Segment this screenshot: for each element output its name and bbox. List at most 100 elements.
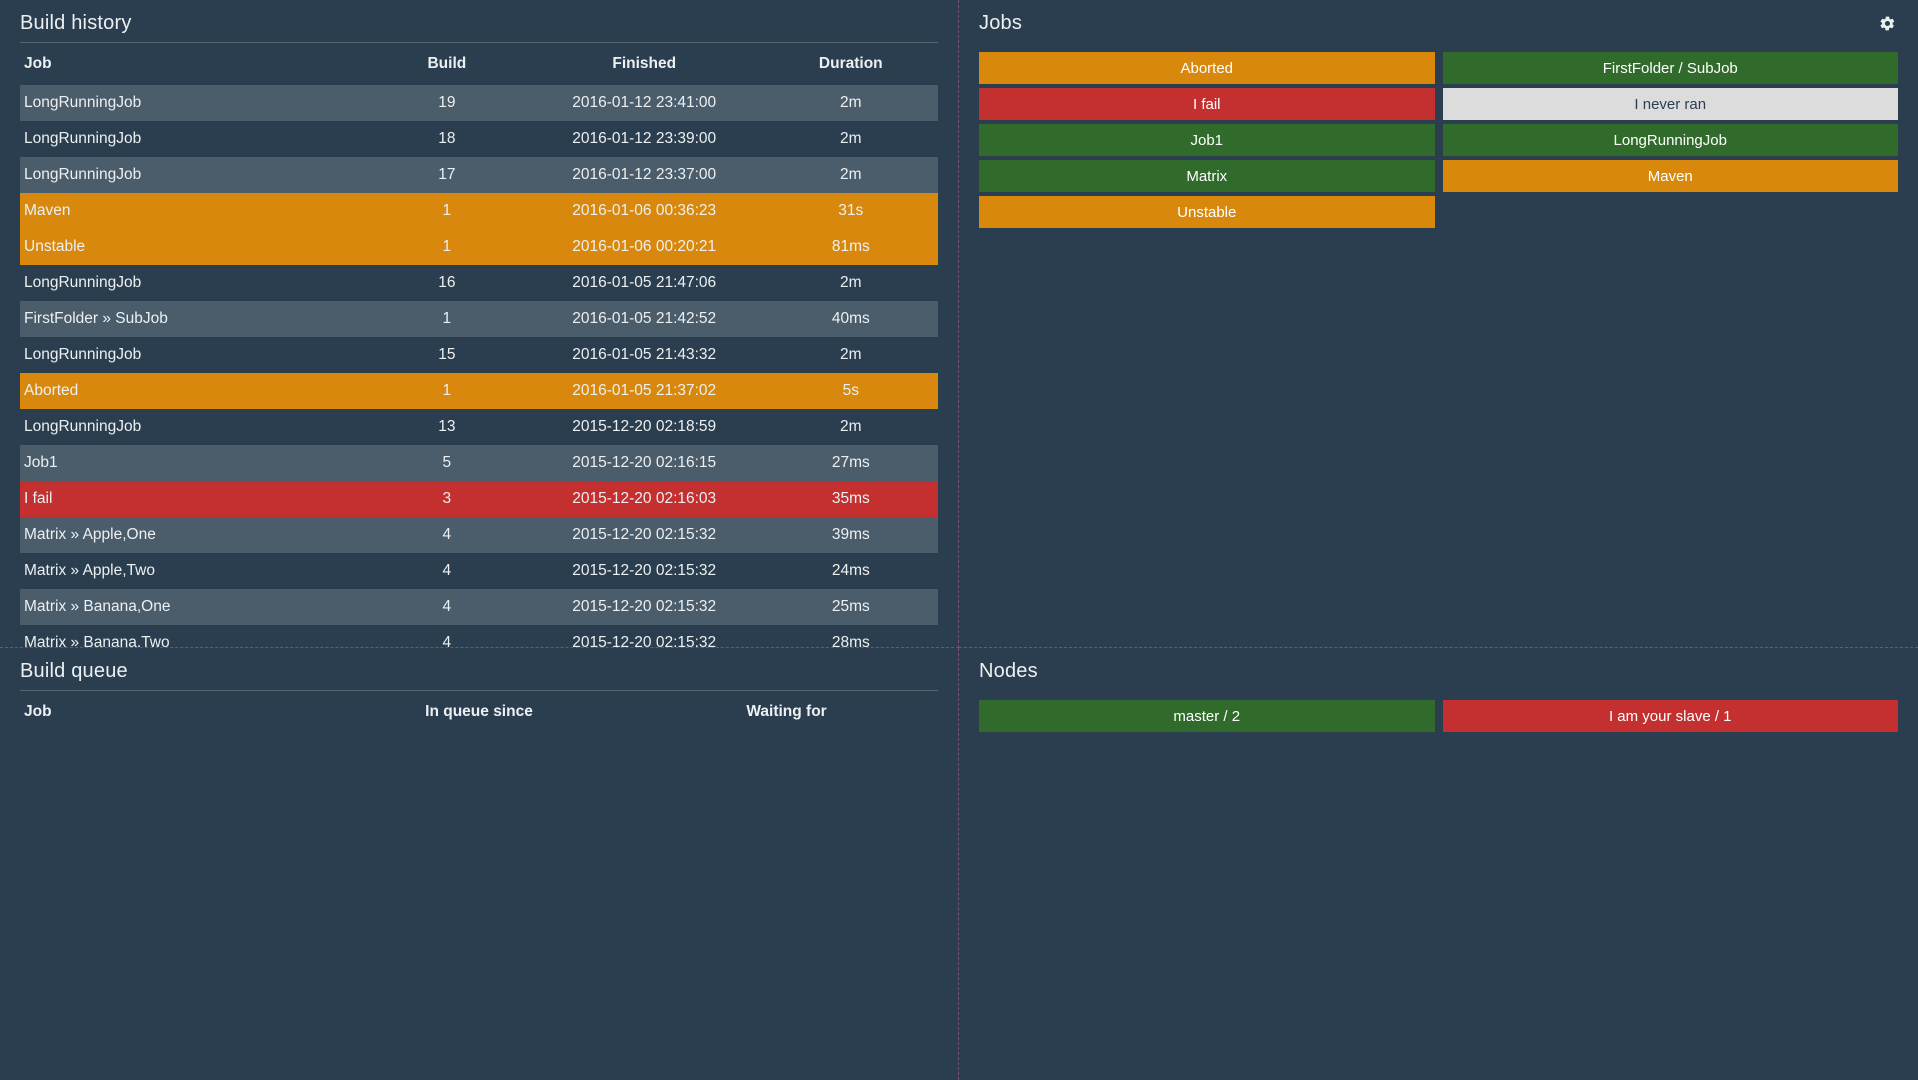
table-row[interactable]: I fail 3 2015-12-20 02:16:03 35ms xyxy=(20,481,938,517)
cell-job: LongRunningJob xyxy=(24,166,142,183)
job-tile[interactable]: Unstable xyxy=(979,196,1435,228)
cell-build: 18 xyxy=(438,130,456,147)
jobs-panel: Jobs Aborted FirstFolder / SubJob I fail I … xyxy=(959,0,1918,648)
job-tile[interactable]: I never ran xyxy=(1442,88,1898,120)
cell-duration: 35ms xyxy=(831,490,870,507)
cell-job: Matrix » Banana,One xyxy=(24,598,171,615)
nodes-panel: Nodes master / 2 I am your slave / 1 xyxy=(959,648,1918,1080)
column-header-job[interactable]: Job xyxy=(20,43,369,85)
cell-duration: 25ms xyxy=(831,598,870,615)
cell-duration: 2m xyxy=(840,130,862,147)
table-row[interactable]: LongRunningJob 13 2015-12-20 02:18:59 2m xyxy=(20,409,938,445)
cell-finished: 2016-01-06 00:36:23 xyxy=(572,202,717,219)
gear-icon[interactable] xyxy=(1876,12,1898,34)
table-row[interactable]: Aborted 1 2016-01-05 21:37:02 5s xyxy=(20,373,938,409)
job-tile-label: Maven xyxy=(1647,167,1693,185)
build-queue-title: Build queue xyxy=(20,660,128,682)
table-row[interactable]: LongRunningJob 19 2016-01-12 23:41:00 2m xyxy=(20,85,938,121)
cell-finished: 2016-01-12 23:41:00 xyxy=(572,94,717,111)
table-row[interactable]: LongRunningJob 18 2016-01-12 23:39:00 2m xyxy=(20,121,938,157)
column-header-in-queue-since[interactable]: In queue since xyxy=(323,691,635,733)
cell-build: 1 xyxy=(442,310,452,327)
job-tile-label: Unstable xyxy=(1177,203,1237,221)
build-history-body: LongRunningJob 19 2016-01-12 23:41:00 2m Lon… xyxy=(20,85,938,648)
cell-job: Unstable xyxy=(24,238,86,255)
table-row[interactable]: LongRunningJob 16 2016-01-05 21:47:06 2m xyxy=(20,265,938,301)
cell-build: 13 xyxy=(438,418,456,435)
cell-build: 17 xyxy=(438,166,456,183)
job-tile[interactable]: Job1 xyxy=(979,124,1435,156)
cell-duration: 24ms xyxy=(831,562,870,579)
cell-job: Maven xyxy=(24,202,71,219)
cell-job: LongRunningJob xyxy=(24,274,142,291)
jobs-tile-grid: Aborted FirstFolder / SubJob I fail I never… xyxy=(979,52,1898,228)
build-history-panel: Build history Job Build Finished Duratio… xyxy=(0,0,959,648)
cell-job: LongRunningJob xyxy=(24,94,142,111)
jenkins-dashboard: Build history Job Build Finished Duratio… xyxy=(0,0,1918,1080)
cell-job: I fail xyxy=(24,490,53,507)
build-history-title: Build history xyxy=(20,12,132,34)
cell-finished: 2016-01-06 00:20:21 xyxy=(572,238,717,255)
jobs-title: Jobs xyxy=(979,12,1023,34)
cell-duration: 39ms xyxy=(831,526,870,543)
cell-job: Aborted xyxy=(24,382,79,399)
node-tile-label: master / 2 xyxy=(1173,707,1241,725)
cell-duration: 2m xyxy=(840,274,862,291)
table-row[interactable]: LongRunningJob 15 2016-01-05 21:43:32 2m xyxy=(20,337,938,373)
table-row[interactable]: Matrix » Apple,Two 4 2015-12-20 02:15:32 24… xyxy=(20,553,938,589)
column-header-queue-job[interactable]: Job xyxy=(20,691,323,733)
cell-job: LongRunningJob xyxy=(24,346,142,363)
job-tile[interactable]: Aborted xyxy=(979,52,1435,84)
job-tile[interactable]: Maven xyxy=(1442,160,1898,192)
table-row[interactable]: Matrix » Apple,One 4 2015-12-20 02:15:32 39… xyxy=(20,517,938,553)
cell-build: 4 xyxy=(442,634,452,648)
column-header-finished[interactable]: Finished xyxy=(525,43,764,85)
column-header-build[interactable]: Build xyxy=(369,43,525,85)
table-row[interactable]: Job1 5 2015-12-20 02:16:15 27ms xyxy=(20,445,938,481)
cell-job: Matrix » Apple,Two xyxy=(24,562,155,579)
cell-finished: 2016-01-05 21:47:06 xyxy=(572,274,717,291)
build-history-header-row: Job Build Finished Duration xyxy=(20,43,938,85)
node-tile-label: I am your slave / 1 xyxy=(1608,707,1732,725)
job-tile[interactable]: Matrix xyxy=(979,160,1435,192)
nodes-title: Nodes xyxy=(979,660,1038,682)
cell-duration: 28ms xyxy=(831,634,870,648)
job-tile[interactable]: LongRunningJob xyxy=(1442,124,1898,156)
table-row[interactable]: Matrix » Banana,One 4 2015-12-20 02:15:32 2… xyxy=(20,589,938,625)
cell-duration: 81ms xyxy=(831,238,870,255)
cell-job: Matrix » Apple,One xyxy=(24,526,156,543)
build-queue-panel: Build queue Job In queue since Waiting f… xyxy=(0,648,959,1080)
cell-duration: 2m xyxy=(840,346,862,363)
job-tile-label: I never ran xyxy=(1634,95,1707,113)
cell-duration: 2m xyxy=(840,166,862,183)
cell-finished: 2015-12-20 02:18:59 xyxy=(572,418,717,435)
cell-finished: 2016-01-12 23:37:00 xyxy=(572,166,717,183)
cell-duration: 27ms xyxy=(831,454,870,471)
build-queue-header: Build queue xyxy=(20,656,938,690)
column-header-duration[interactable]: Duration xyxy=(764,43,938,85)
job-tile-label: Aborted xyxy=(1180,59,1234,77)
cell-job: LongRunningJob xyxy=(24,130,142,147)
job-tile-label: FirstFolder / SubJob xyxy=(1602,59,1738,77)
cell-build: 1 xyxy=(442,238,452,255)
column-header-waiting-for[interactable]: Waiting for xyxy=(635,691,938,733)
cell-job: LongRunningJob xyxy=(24,418,142,435)
cell-finished: 2016-01-05 21:43:32 xyxy=(572,346,717,363)
table-row[interactable]: Matrix » Banana,Two 4 2015-12-20 02:15:32 2… xyxy=(20,625,938,648)
cell-duration: 31s xyxy=(838,202,864,219)
nodes-header: Nodes xyxy=(979,656,1898,690)
table-row[interactable]: LongRunningJob 17 2016-01-12 23:37:00 2m xyxy=(20,157,938,193)
job-tile[interactable]: FirstFolder / SubJob xyxy=(1442,52,1898,84)
build-history-header: Build history xyxy=(20,8,938,42)
table-row[interactable]: Unstable 1 2016-01-06 00:20:21 81ms xyxy=(20,229,938,265)
table-row[interactable]: Maven 1 2016-01-06 00:36:23 31s xyxy=(20,193,938,229)
node-tile[interactable]: master / 2 xyxy=(979,700,1435,732)
node-tile[interactable]: I am your slave / 1 xyxy=(1442,700,1898,732)
table-row[interactable]: FirstFolder » SubJob 1 2016-01-05 21:42:52… xyxy=(20,301,938,337)
cell-finished: 2015-12-20 02:15:32 xyxy=(572,598,717,615)
cell-finished: 2016-01-12 23:39:00 xyxy=(572,130,717,147)
cell-job: FirstFolder » SubJob xyxy=(24,310,168,327)
jobs-header: Jobs xyxy=(979,8,1898,42)
job-tile[interactable]: I fail xyxy=(979,88,1435,120)
job-tile-label: Matrix xyxy=(1186,167,1228,185)
